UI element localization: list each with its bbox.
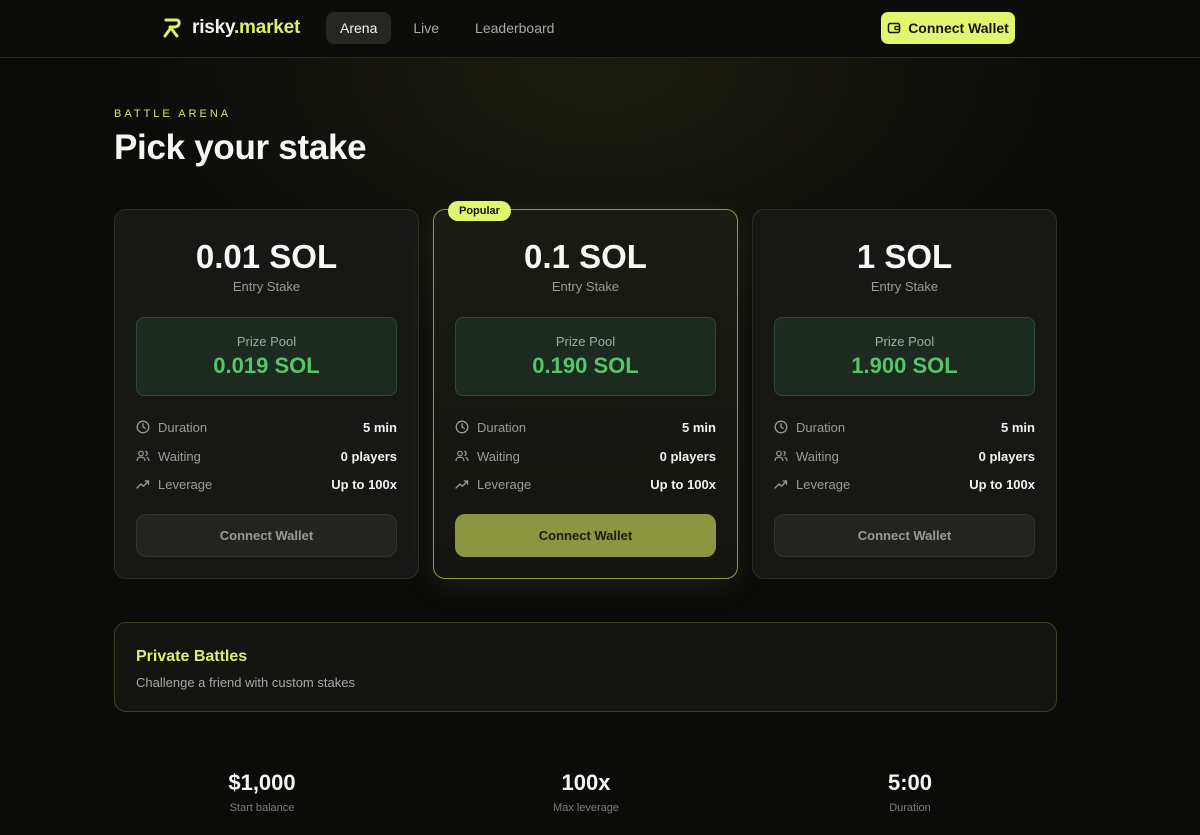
stake-label: Entry Stake (551, 279, 620, 294)
duration-label: Duration (477, 419, 527, 435)
duration-label: Duration (796, 419, 846, 435)
page-title: Pick your stake (114, 128, 367, 167)
prize-pool-label: Prize Pool (874, 334, 935, 349)
duration-row: Duration 5 min (136, 418, 397, 436)
private-battles-title: Private Battles (136, 648, 248, 665)
logo[interactable]: risky.market (162, 16, 300, 40)
waiting-row: Waiting 0 players (774, 447, 1035, 465)
logo-icon (163, 18, 181, 38)
leverage-label: Leverage (796, 476, 851, 492)
trending-up-icon (455, 480, 469, 489)
users-icon (455, 450, 469, 462)
stat-value: $1,000 (228, 770, 296, 795)
stat-value: 5:00 (887, 770, 933, 795)
stat-value: 100x (561, 770, 611, 795)
waiting-value: 0 players (340, 448, 397, 464)
nav-links: Arena Live Leaderboard (326, 12, 568, 44)
prize-pool-value: 1.900 SOL (851, 353, 958, 378)
leverage-value: Up to 100x (650, 476, 716, 492)
stake-card-0-01[interactable]: 0.01 SOL Entry Stake Prize Pool 0.019 SO… (114, 209, 419, 579)
stat-label: Start balance (229, 802, 295, 814)
waiting-label: Waiting (158, 448, 201, 464)
logo-text: risky.market (192, 17, 301, 38)
duration-label: Duration (158, 419, 208, 435)
card-connect-wallet-button[interactable]: Connect Wallet (774, 514, 1035, 557)
waiting-label: Waiting (796, 448, 839, 464)
stat-start-balance: $1,000 Start balance (162, 770, 362, 814)
duration-value: 5 min (363, 419, 397, 435)
private-battles-subtitle: Challenge a friend with custom stakes (136, 675, 355, 690)
leverage-row: Leverage Up to 100x (136, 475, 397, 493)
stake-label: Entry Stake (870, 279, 939, 294)
leverage-row: Leverage Up to 100x (774, 475, 1035, 493)
duration-row: Duration 5 min (774, 418, 1035, 436)
duration-value: 5 min (682, 419, 716, 435)
leverage-value: Up to 100x (331, 476, 397, 492)
nav-link-leaderboard[interactable]: Leaderboard (461, 12, 568, 44)
stake-amount: 1 SOL (856, 238, 953, 275)
prize-pool-box: Prize Pool 0.019 SOL (136, 317, 397, 396)
leverage-label: Leverage (158, 476, 213, 492)
clock-icon (774, 420, 788, 434)
leverage-value: Up to 100x (969, 476, 1035, 492)
trending-up-icon (774, 480, 788, 489)
card-connect-wallet-button[interactable]: Connect Wallet (136, 514, 397, 557)
prize-pool-box: Prize Pool 0.190 SOL (455, 317, 716, 396)
stake-amount: 0.1 SOL (524, 238, 647, 275)
waiting-label: Waiting (477, 448, 520, 464)
users-icon (774, 450, 788, 462)
stat-duration: 5:00 Duration (810, 770, 1010, 814)
trending-up-icon (136, 480, 150, 489)
prize-pool-value: 0.190 SOL (532, 353, 639, 378)
wallet-icon (887, 22, 901, 34)
leverage-row: Leverage Up to 100x (455, 475, 716, 493)
stake-card-0-1[interactable]: Popular 0.1 SOL Entry Stake Prize Pool 0… (433, 201, 738, 579)
prize-pool-label: Prize Pool (236, 334, 297, 349)
top-nav: risky.market Arena Live Leaderboard Conn… (0, 0, 1200, 58)
connect-wallet-label: Connect Wallet (908, 20, 1009, 36)
waiting-value: 0 players (978, 448, 1035, 464)
popular-badge: Popular (448, 201, 511, 221)
card-connect-wallet-button[interactable]: Connect Wallet (455, 514, 716, 557)
stake-card-1[interactable]: 1 SOL Entry Stake Prize Pool 1.900 SOL D… (752, 209, 1057, 579)
clock-icon (455, 420, 469, 434)
stake-amount: 0.01 SOL (195, 238, 338, 275)
duration-row: Duration 5 min (455, 418, 716, 436)
duration-value: 5 min (1001, 419, 1035, 435)
private-battles-card[interactable]: Private Battles Challenge a friend with … (114, 622, 1057, 712)
stat-max-leverage: 100x Max leverage (486, 770, 686, 814)
waiting-row: Waiting 0 players (136, 447, 397, 465)
prize-pool-value: 0.019 SOL (213, 353, 320, 378)
stake-label: Entry Stake (232, 279, 301, 294)
nav-link-live[interactable]: Live (399, 12, 453, 44)
waiting-value: 0 players (659, 448, 716, 464)
page: risky.market Arena Live Leaderboard Conn… (0, 0, 1200, 835)
prize-pool-box: Prize Pool 1.900 SOL (774, 317, 1035, 396)
waiting-row: Waiting 0 players (455, 447, 716, 465)
connect-wallet-button[interactable]: Connect Wallet (881, 12, 1015, 44)
section-eyebrow: BATTLE ARENA (114, 108, 232, 120)
prize-pool-label: Prize Pool (555, 334, 616, 349)
clock-icon (136, 420, 150, 434)
leverage-label: Leverage (477, 476, 532, 492)
stat-label: Max leverage (552, 802, 620, 814)
stat-label: Duration (889, 802, 931, 814)
nav-link-arena[interactable]: Arena (326, 12, 392, 44)
users-icon (136, 450, 150, 462)
